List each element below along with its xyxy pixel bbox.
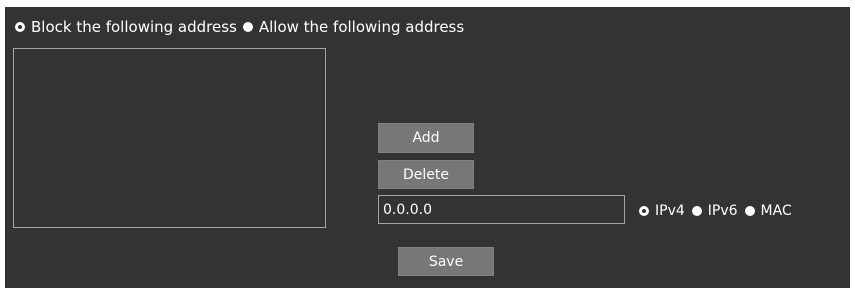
ipv4-radio[interactable] bbox=[639, 206, 649, 216]
mac-radio[interactable] bbox=[744, 206, 755, 216]
allow-address-label[interactable]: Allow the following address bbox=[259, 18, 464, 36]
address-list-box[interactable] bbox=[13, 48, 326, 228]
block-address-radio[interactable] bbox=[15, 22, 25, 32]
mac-label[interactable]: MAC bbox=[761, 203, 792, 219]
access-control-panel: Block the following address Allow the fo… bbox=[5, 7, 850, 288]
address-type-group: IPv4 IPv6 MAC bbox=[639, 203, 792, 219]
block-address-label[interactable]: Block the following address bbox=[31, 18, 237, 36]
delete-button[interactable]: Delete bbox=[378, 160, 474, 189]
ipv4-label[interactable]: IPv4 bbox=[655, 203, 685, 219]
ipv6-label[interactable]: IPv6 bbox=[708, 203, 738, 219]
save-button[interactable]: Save bbox=[398, 247, 494, 276]
allow-address-radio[interactable] bbox=[242, 22, 253, 32]
ipv6-radio[interactable] bbox=[691, 206, 702, 216]
filter-mode-group: Block the following address Allow the fo… bbox=[15, 18, 464, 36]
add-button[interactable]: Add bbox=[378, 123, 474, 153]
address-input[interactable] bbox=[378, 195, 625, 224]
